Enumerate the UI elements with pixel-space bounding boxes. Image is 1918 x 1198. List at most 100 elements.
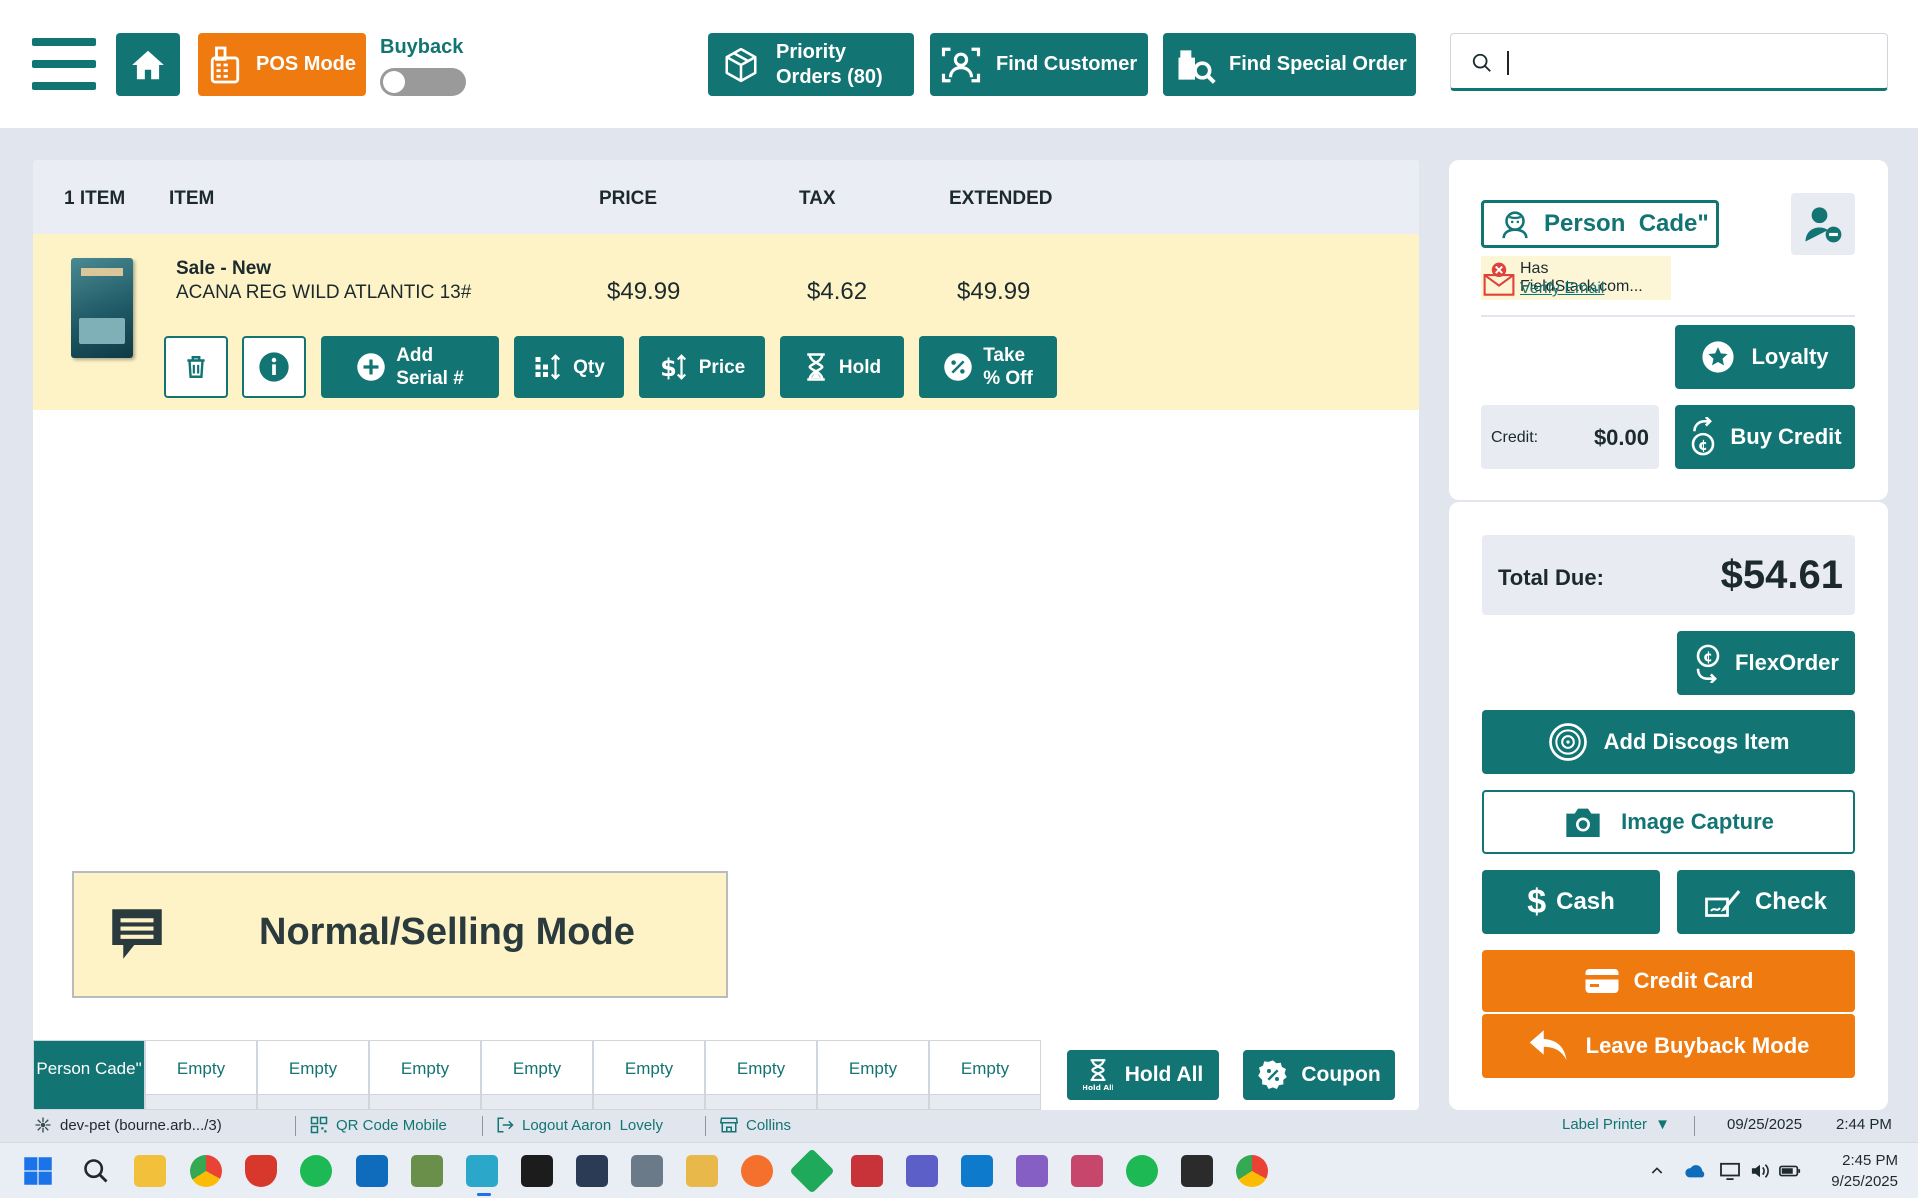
outlook-icon[interactable] [356, 1155, 388, 1187]
transaction-tab[interactable]: Empty [145, 1040, 257, 1110]
item-info-button[interactable] [242, 336, 306, 398]
pos-app-icon[interactable] [466, 1155, 498, 1187]
powershell-icon[interactable] [576, 1155, 608, 1187]
cash-button[interactable]: $ Cash [1482, 870, 1660, 934]
tab-label: Empty [288, 1059, 338, 1078]
coupon-button[interactable]: Coupon [1243, 1050, 1395, 1100]
customer-icon [1502, 211, 1528, 239]
svg-text:Hold All: Hold All [1083, 1083, 1113, 1091]
transaction-tab[interactable]: Empty [481, 1040, 593, 1110]
leave-buyback-mode-button[interactable]: Leave Buyback Mode [1482, 1014, 1855, 1078]
logout-link[interactable]: Logout Aaron Lovely [496, 1116, 663, 1134]
image-capture-button[interactable]: Image Capture [1482, 790, 1855, 854]
qr-code-mobile-link[interactable]: QR Code Mobile [310, 1116, 447, 1134]
package-icon [725, 47, 757, 82]
postman-icon[interactable] [741, 1155, 773, 1187]
calculator-icon[interactable] [631, 1155, 663, 1187]
label-printer-dropdown[interactable]: Label Printer ▼ [1562, 1116, 1670, 1133]
take-percent-off-button[interactable]: Take % Off [919, 336, 1057, 398]
chrome-icon[interactable] [190, 1155, 222, 1187]
cart-header: 1 ITEM ITEM PRICE TAX EXTENDED [33, 160, 1419, 234]
loyalty-button[interactable]: Loyalty [1675, 325, 1855, 389]
buy-credit-button[interactable]: ¢ Buy Credit [1675, 405, 1855, 469]
display-icon[interactable] [1718, 1160, 1742, 1182]
star-app-icon[interactable] [851, 1155, 883, 1187]
chevron-up-icon[interactable] [1645, 1160, 1669, 1182]
price-button[interactable]: $ Price [639, 336, 765, 398]
battery-icon[interactable] [1778, 1160, 1802, 1182]
label-printer-label: Label Printer [1562, 1116, 1648, 1133]
chrome-icon[interactable] [1236, 1155, 1268, 1187]
svg-text:$: $ [660, 354, 677, 382]
svg-text:¢: ¢ [1703, 650, 1713, 666]
security-app-icon[interactable] [245, 1155, 277, 1187]
qr-code-label: QR Code Mobile [336, 1116, 447, 1134]
delete-item-button[interactable] [164, 336, 228, 398]
check-button[interactable]: Check [1677, 870, 1855, 934]
coupon-icon [1258, 1060, 1288, 1089]
chat-icon [112, 909, 162, 959]
add-serial-line1: Add [396, 345, 434, 366]
clock-time: 2:45 PM [1842, 1152, 1898, 1169]
mode-indicator: Normal/Selling Mode [72, 871, 728, 998]
file-explorer-icon[interactable] [134, 1155, 166, 1187]
quantity-button[interactable]: Qty [514, 336, 624, 398]
volume-icon[interactable] [1748, 1160, 1772, 1182]
taskbar-search-icon[interactable] [80, 1155, 112, 1187]
find-customer-button[interactable]: Find Customer [930, 33, 1148, 96]
transaction-tab[interactable]: Person Cade" [33, 1040, 145, 1110]
clock-date: 9/25/2025 [1831, 1173, 1898, 1190]
cart-item-row[interactable]: Sale - New ACANA REG WILD ATLANTIC 13# $… [33, 234, 1419, 410]
credit-card-label: Credit Card [1633, 968, 1754, 993]
hold-all-button[interactable]: Hold All Hold All [1067, 1050, 1219, 1100]
teams-icon[interactable] [906, 1155, 938, 1187]
transaction-tab[interactable]: Empty [369, 1040, 481, 1110]
store-link[interactable]: Collins [720, 1116, 791, 1134]
add-discogs-item-button[interactable]: Add Discogs Item [1482, 710, 1855, 774]
email-warning: Has FieldStack.com... Verify Email [1481, 256, 1671, 300]
store-credit-display: Credit: $0.00 [1481, 405, 1659, 469]
tools-app-icon[interactable] [686, 1155, 718, 1187]
find-special-order-button[interactable]: Find Special Order [1163, 33, 1416, 96]
terminal-icon[interactable] [521, 1155, 553, 1187]
search-input[interactable] [1505, 44, 1875, 80]
console-icon[interactable] [1181, 1155, 1213, 1187]
onedrive-icon[interactable] [1683, 1160, 1707, 1182]
hold-item-button[interactable]: Hold [780, 336, 904, 398]
buyback-toggle[interactable] [380, 68, 466, 96]
credit-card-button[interactable]: Credit Card [1482, 950, 1855, 1012]
transaction-tab[interactable]: Empty [705, 1040, 817, 1110]
home-button[interactable] [116, 33, 180, 96]
tab-label: Empty [736, 1059, 786, 1078]
spotify-icon[interactable] [1126, 1155, 1158, 1187]
remove-customer-button[interactable] [1791, 193, 1855, 255]
email-error-icon [1483, 262, 1515, 296]
customer-name-chip[interactable]: Person Cade" [1481, 200, 1719, 248]
transaction-tab[interactable]: Empty [257, 1040, 369, 1110]
trash-icon [187, 356, 205, 378]
transaction-tab[interactable]: Empty [593, 1040, 705, 1110]
item-extended: $49.99 [957, 278, 1031, 305]
verify-email-link[interactable]: Verify Email [1520, 280, 1604, 298]
transaction-tab[interactable]: Empty [929, 1040, 1041, 1110]
tab-label: Empty [512, 1059, 562, 1078]
snipping-tool-icon[interactable] [1071, 1155, 1103, 1187]
menu-icon[interactable] [32, 38, 96, 90]
flexorder-button[interactable]: ¢ FlexOrder [1677, 631, 1855, 695]
priority-orders-button[interactable]: Priority Orders (80) [708, 33, 914, 96]
customer-card: Person Cade" Has FieldStack.com... Verif… [1449, 160, 1888, 500]
divider [1481, 315, 1855, 317]
system-clock[interactable]: 2:45 PM 9/25/2025 [1831, 1150, 1898, 1192]
windows-start-icon[interactable] [22, 1155, 54, 1187]
check-label: Check [1754, 888, 1828, 915]
vscode-icon[interactable] [961, 1155, 993, 1187]
spotify-icon[interactable] [300, 1155, 332, 1187]
diamond-app-icon[interactable] [789, 1148, 835, 1194]
transaction-tab[interactable]: Empty [817, 1040, 929, 1110]
image-app-icon[interactable] [411, 1155, 443, 1187]
tab-label: Empty [400, 1059, 450, 1078]
find-customer-icon [941, 47, 981, 82]
add-serial-button[interactable]: Add Serial # [321, 336, 499, 398]
visual-studio-icon[interactable] [1016, 1155, 1048, 1187]
pos-mode-button[interactable]: POS Mode [198, 33, 366, 96]
